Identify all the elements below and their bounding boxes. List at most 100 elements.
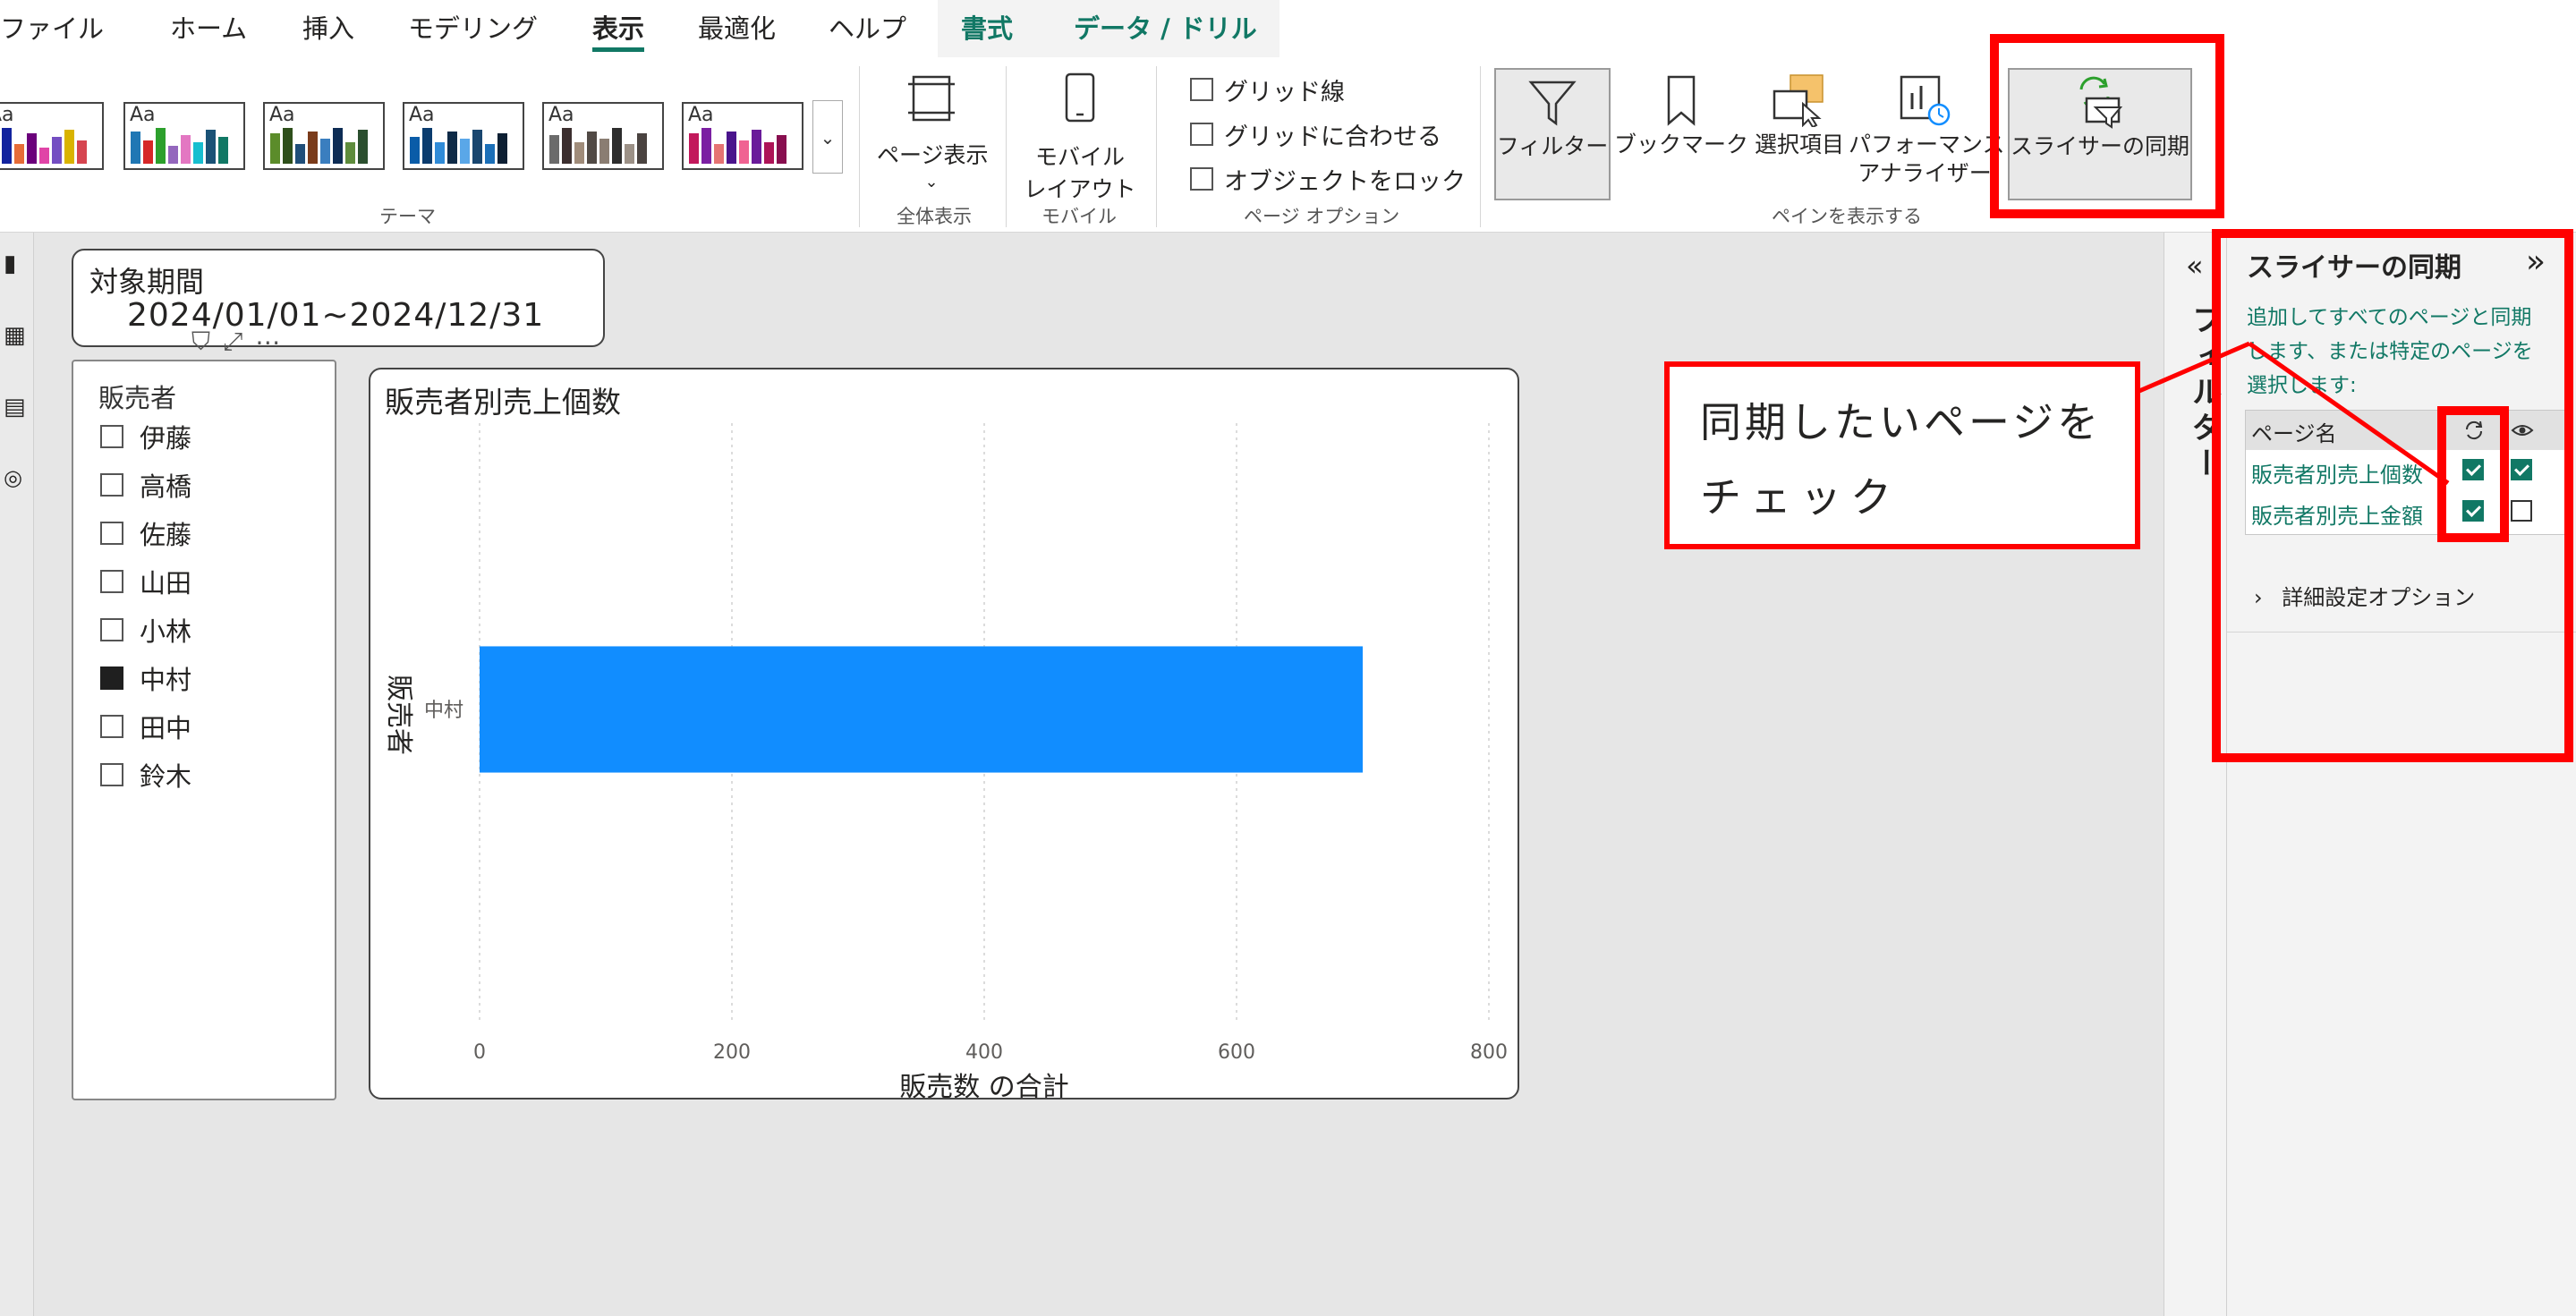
selection-pane-button[interactable]: 選択項目 xyxy=(1752,68,1847,200)
checkbox-unchecked[interactable] xyxy=(1190,167,1213,191)
tab-view[interactable]: 表示 xyxy=(592,0,645,57)
gridlines-checkbox[interactable]: グリッド線 xyxy=(1190,72,1345,107)
selection-icon xyxy=(1773,74,1824,127)
slicer-item[interactable]: 鈴木 xyxy=(100,757,191,793)
theme-swatch-5[interactable]: Aa xyxy=(542,102,664,170)
tab-format[interactable]: 書式 xyxy=(961,0,1013,57)
theme-swatch-1[interactable]: Aa xyxy=(0,102,104,170)
theme-aa-glyph: Aa xyxy=(688,104,714,126)
date-range-label: 対象期間 xyxy=(89,265,205,299)
seller-slicer[interactable]: 販売者 伊藤高橋佐藤山田小林中村田中鈴木 xyxy=(72,360,336,1100)
slicer-item-label: 中村 xyxy=(140,665,192,695)
slicer-item[interactable]: 中村 xyxy=(100,660,191,696)
bookmark-icon xyxy=(1667,75,1696,126)
snap-to-grid-checkbox[interactable]: グリッドに合わせる xyxy=(1190,116,1441,152)
bookmark-pane-button[interactable]: ブックマーク xyxy=(1614,68,1748,200)
group-label-show-panes: ペインを表示する xyxy=(1772,206,1922,227)
slicer-title: 販売者 xyxy=(98,383,177,413)
group-separator xyxy=(1480,66,1481,227)
tab-insert[interactable]: 挿入 xyxy=(302,0,354,57)
checkbox-unchecked[interactable] xyxy=(1190,78,1213,101)
gridlines-label: グリッド線 xyxy=(1224,78,1345,106)
view-switcher-strip: ▮ ▦ ▤ ◎ xyxy=(0,233,34,1316)
checkbox-unchecked[interactable] xyxy=(100,425,123,448)
checkbox-unchecked[interactable] xyxy=(100,522,123,545)
theme-aa-glyph: Aa xyxy=(548,104,574,126)
x-tick-label: 400 xyxy=(965,1041,1003,1064)
theme-swatch-6[interactable]: Aa xyxy=(682,102,803,170)
slicer-item[interactable]: 伊藤 xyxy=(100,419,191,454)
expand-left-icon[interactable]: « xyxy=(2186,249,2204,283)
slicer-item[interactable]: 山田 xyxy=(100,564,191,599)
page-view-button[interactable]: ページ表示 ⌄ xyxy=(873,68,990,193)
model-view-icon[interactable]: ▤ xyxy=(4,394,26,420)
slicer-item[interactable]: 佐藤 xyxy=(100,515,191,551)
y-axis-title: 販売者 xyxy=(383,675,414,755)
filter-funnel-icon xyxy=(1528,81,1577,126)
theme-aa-glyph: Aa xyxy=(269,104,295,126)
bookmark-pane-label: ブックマーク xyxy=(1614,132,1749,157)
group-separator xyxy=(1156,66,1157,227)
annotation-line2: チェック xyxy=(1700,473,1900,522)
tab-help[interactable]: ヘルプ xyxy=(829,0,906,57)
annotation-callout: 同期したいページを チェック xyxy=(1664,361,2140,549)
lock-objects-label: オブジェクトをロック xyxy=(1224,167,1466,196)
dax-query-icon[interactable]: ◎ xyxy=(4,465,22,490)
slicer-item[interactable]: 田中 xyxy=(100,709,191,744)
filter-pane-label: フィルター xyxy=(1496,133,1609,159)
tab-optimize[interactable]: 最適化 xyxy=(698,0,776,57)
theme-swatch-4[interactable]: Aa xyxy=(403,102,524,170)
theme-swatch-3[interactable]: Aa xyxy=(263,102,385,170)
category-label: 中村 xyxy=(424,700,463,722)
slicer-item-label: 佐藤 xyxy=(140,520,192,550)
bar-chart-svg: 0 200 400 600 800 中村販売数 の合計 販売者 xyxy=(383,423,1508,1098)
tab-file[interactable]: ファイル xyxy=(0,0,104,57)
report-view-icon[interactable]: ▮ xyxy=(4,250,16,277)
highlight-box-sync-button xyxy=(1990,34,2224,218)
table-view-icon[interactable]: ▦ xyxy=(4,322,26,349)
theme-aa-glyph: Aa xyxy=(409,104,435,126)
lock-objects-checkbox[interactable]: オブジェクトをロック xyxy=(1190,161,1466,197)
group-label-theme: テーマ xyxy=(379,206,436,227)
group-label-mobile: モバイル xyxy=(1041,206,1117,227)
x-tick-label: 800 xyxy=(1470,1041,1508,1064)
filter-pane-button[interactable]: フィルター xyxy=(1494,68,1611,200)
slicer-item-label: 伊藤 xyxy=(140,423,192,454)
checkbox-checked[interactable] xyxy=(100,666,123,690)
slicer-item[interactable]: 小林 xyxy=(100,612,191,648)
performance-analyzer-icon xyxy=(1900,75,1951,126)
slicer-item[interactable]: 高橋 xyxy=(100,467,191,503)
page-view-icon xyxy=(908,75,955,122)
more-options-icon[interactable]: ⋯ xyxy=(255,327,280,357)
mobile-label-line1: モバイル xyxy=(1034,144,1125,170)
slicer-item-label: 高橋 xyxy=(140,471,192,502)
selection-pane-label: 選択項目 xyxy=(1754,132,1844,157)
annotation-arrow-lines xyxy=(2132,341,2450,486)
performance-label-line2: アナライザー xyxy=(1858,160,1992,186)
group-separator xyxy=(859,66,860,227)
checkbox-unchecked[interactable] xyxy=(100,763,123,786)
filter-funnel-icon[interactable]: ⛉ xyxy=(191,327,210,357)
tab-home[interactable]: ホーム xyxy=(170,0,247,57)
slicer-item-label: 小林 xyxy=(140,616,192,647)
theme-swatch-2[interactable]: Aa xyxy=(123,102,245,170)
slicer-item-label: 田中 xyxy=(140,713,192,743)
snap-to-grid-label: グリッドに合わせる xyxy=(1224,123,1441,151)
tab-data-drill[interactable]: データ / ドリル xyxy=(1074,0,1257,57)
checkbox-unchecked[interactable] xyxy=(100,618,123,641)
bar-chart-visual[interactable]: 販売者別売上個数 0 200 400 600 800 中村 販売数 の合計 販売者 xyxy=(369,368,1519,1099)
performance-analyzer-button[interactable]: パフォーマンス アナライザー xyxy=(1849,68,2005,200)
performance-label-line1: パフォーマンス xyxy=(1849,132,2005,157)
x-tick-label: 0 xyxy=(473,1041,486,1064)
slicer-item-label: 山田 xyxy=(140,568,192,599)
checkbox-unchecked[interactable] xyxy=(100,715,123,738)
focus-mode-icon[interactable]: ⤢ xyxy=(223,327,242,357)
checkbox-unchecked[interactable] xyxy=(100,473,123,497)
slicer-item-label: 鈴木 xyxy=(140,761,192,792)
tab-modeling[interactable]: モデリング xyxy=(408,0,538,57)
mobile-layout-button[interactable]: モバイル レイアウト xyxy=(1013,68,1147,202)
annotation-line1: 同期したいページを xyxy=(1700,398,2103,446)
checkbox-unchecked[interactable] xyxy=(100,570,123,593)
theme-gallery-more-button[interactable]: ⌄ xyxy=(812,100,843,174)
checkbox-unchecked[interactable] xyxy=(1190,123,1213,146)
